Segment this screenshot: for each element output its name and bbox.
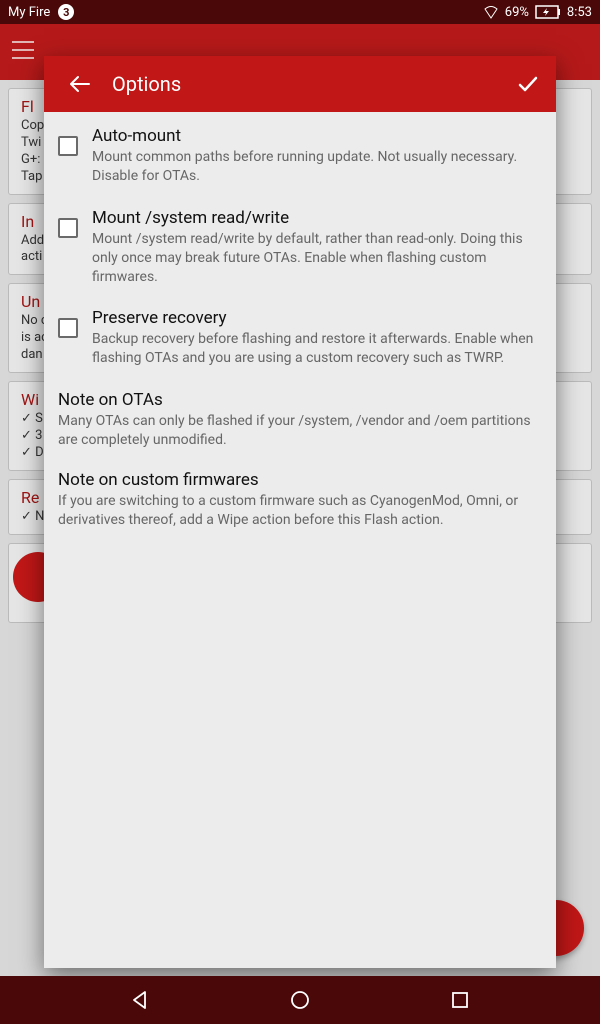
- option-mount-system-rw[interactable]: Mount /system read/write Mount /system r…: [58, 208, 542, 287]
- nav-recent-button[interactable]: [440, 980, 480, 1020]
- option-title: Mount /system read/write: [92, 208, 542, 228]
- nav-home-button[interactable]: [280, 980, 320, 1020]
- options-dialog: Options Auto-mount Mount common paths be…: [44, 56, 556, 968]
- battery-charging-icon: [535, 5, 561, 19]
- note-title: Note on custom firmwares: [58, 470, 542, 490]
- clock: 8:53: [567, 5, 592, 20]
- hamburger-icon[interactable]: [12, 41, 34, 63]
- dialog-title: Options: [112, 72, 181, 96]
- navigation-bar: [0, 976, 600, 1024]
- wifi-icon: [483, 5, 499, 19]
- checkbox[interactable]: [58, 218, 78, 238]
- option-desc: Backup recovery before flashing and rest…: [92, 330, 542, 368]
- option-desc: Mount /system read/write by default, rat…: [92, 230, 542, 287]
- nav-back-button[interactable]: [120, 980, 160, 1020]
- note-otas: Note on OTAs Many OTAs can only be flash…: [58, 390, 542, 450]
- checkbox[interactable]: [58, 136, 78, 156]
- note-body: Many OTAs can only be flashed if your /s…: [58, 412, 542, 450]
- option-preserve-recovery[interactable]: Preserve recovery Backup recovery before…: [58, 308, 542, 368]
- option-title: Auto-mount: [92, 126, 542, 146]
- option-auto-mount[interactable]: Auto-mount Mount common paths before run…: [58, 126, 542, 186]
- note-body: If you are switching to a custom firmwar…: [58, 492, 542, 530]
- device-name: My Fire: [8, 5, 50, 20]
- dialog-body: Auto-mount Mount common paths before run…: [44, 112, 556, 968]
- notification-badge: 3: [58, 4, 74, 20]
- note-title: Note on OTAs: [58, 390, 542, 410]
- checkbox[interactable]: [58, 318, 78, 338]
- dialog-header: Options: [44, 56, 556, 112]
- option-desc: Mount common paths before running update…: [92, 148, 542, 186]
- note-custom-firmwares: Note on custom firmwares If you are swit…: [58, 470, 542, 530]
- back-button[interactable]: [64, 68, 96, 100]
- option-title: Preserve recovery: [92, 308, 542, 328]
- status-bar: My Fire 3 69% 8:53: [0, 0, 600, 24]
- done-button[interactable]: [512, 68, 544, 100]
- battery-percent: 69%: [505, 5, 529, 20]
